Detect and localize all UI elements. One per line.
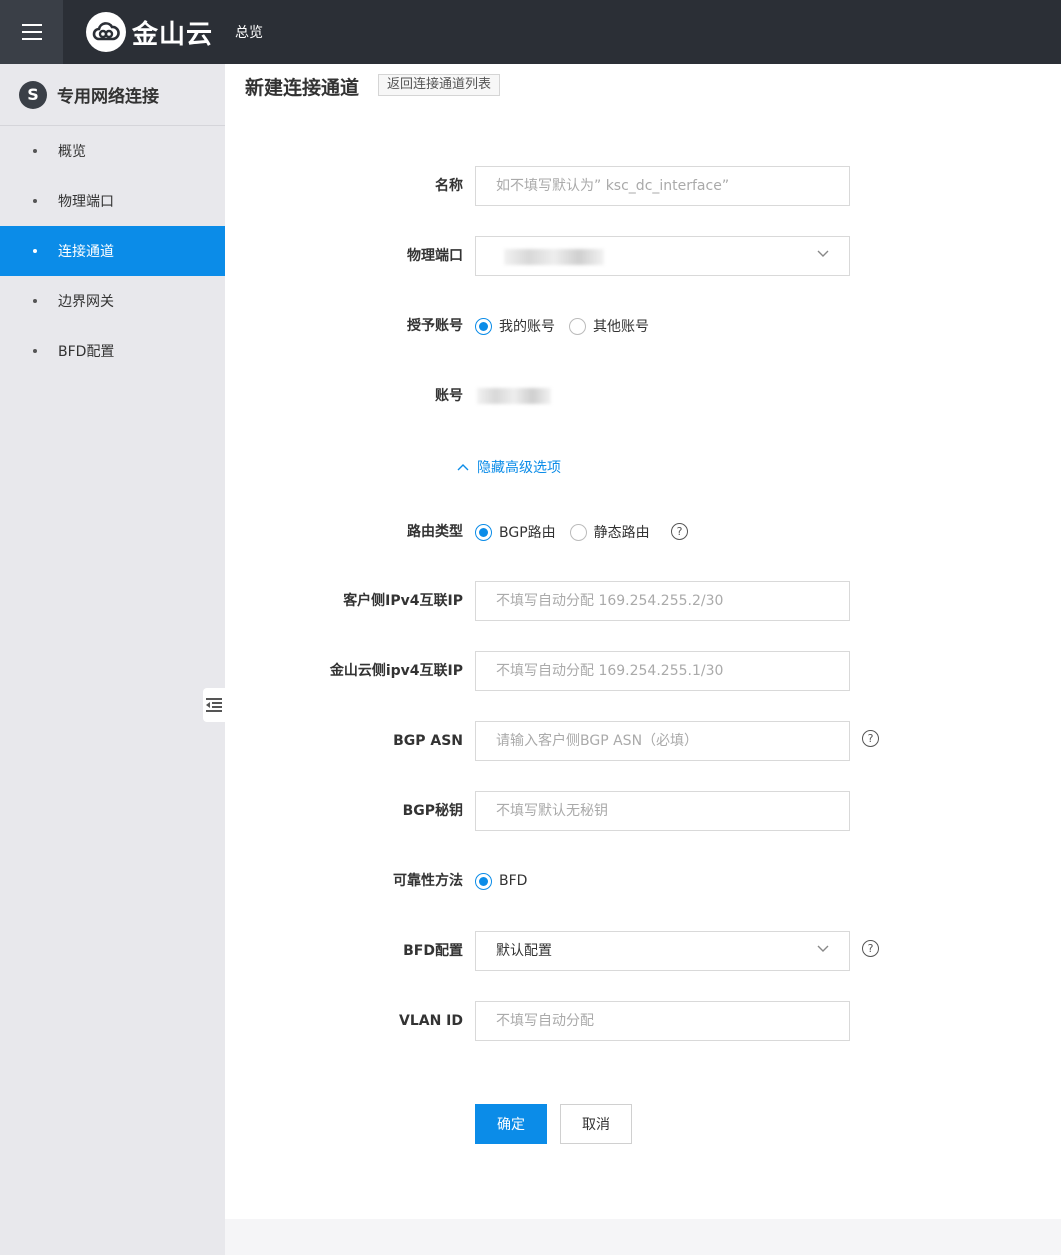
- name-input[interactable]: [475, 166, 850, 206]
- route-type-radio-group: BGP路由 静态路由: [475, 512, 664, 552]
- form-row-customer-ipv4: 客户侧IPv4互联IP: [225, 581, 1061, 621]
- hide-advanced-options-toggle[interactable]: 隐藏高级选项: [457, 457, 561, 477]
- cancel-button[interactable]: 取消: [560, 1104, 632, 1144]
- sidebar-title: 专用网络连接: [57, 87, 159, 107]
- masked-account-value: [477, 388, 551, 404]
- customer-ipv4-input[interactable]: [475, 581, 850, 621]
- page-title: 新建连接通道: [245, 77, 360, 99]
- bullet-icon: [33, 349, 37, 353]
- bgp-key-label: BGP秘钥: [402, 803, 463, 819]
- vlan-id-input[interactable]: [475, 1001, 850, 1041]
- radio-static-route[interactable]: 静态路由: [569, 522, 650, 542]
- sidebar-item-physical-port[interactable]: 物理端口: [0, 176, 225, 226]
- bullet-icon: [33, 149, 37, 153]
- bullet-icon: [33, 249, 37, 253]
- physical-port-select[interactable]: [475, 236, 850, 276]
- help-icon[interactable]: ?: [862, 730, 879, 747]
- sidebar-item-overview[interactable]: 概览: [0, 126, 225, 176]
- logo-text: 金山云: [132, 19, 214, 50]
- form-row-account: 账号: [225, 376, 1061, 416]
- top-bar: 金山云 总览: [0, 0, 1061, 64]
- sidebar-menu: 概览 物理端口 连接通道 边界网关 BFD配置: [0, 126, 225, 376]
- sidebar-item-border-gateway[interactable]: 边界网关: [0, 276, 225, 326]
- masked-value: [504, 249, 604, 265]
- sidebar-item-label: BFD配置: [58, 344, 115, 360]
- customer-ipv4-label: 客户侧IPv4互联IP: [343, 593, 463, 609]
- radio-my-account[interactable]: 我的账号: [475, 316, 555, 336]
- grant-account-label: 授予账号: [407, 318, 463, 334]
- cloud-logo-icon: [86, 12, 126, 52]
- logo[interactable]: 金山云: [86, 12, 213, 52]
- vlan-id-label: VLAN ID: [398, 1013, 463, 1029]
- form-row-route-type: 路由类型 BGP路由 静态路由 ?: [225, 512, 1061, 552]
- radio-label: 其他账号: [593, 319, 649, 335]
- ksc-ipv4-label: 金山云侧ipv4互联IP: [329, 663, 463, 679]
- sidebar-item-label: 边界网关: [58, 294, 114, 310]
- radio-unchecked-icon: [569, 523, 587, 541]
- chevron-down-icon: [817, 250, 829, 257]
- bfd-config-label: BFD配置: [403, 943, 463, 959]
- radio-other-account[interactable]: 其他账号: [569, 316, 649, 336]
- name-label: 名称: [435, 178, 463, 194]
- bfd-config-select[interactable]: 默认配置: [475, 931, 850, 971]
- sidebar-header: S 专用网络连接: [0, 64, 225, 126]
- physical-port-label: 物理端口: [407, 248, 463, 264]
- form-row-grant-account: 授予账号 我的账号 其他账号: [225, 306, 1061, 346]
- reliability-label: 可靠性方法: [393, 873, 463, 889]
- radio-unchecked-icon: [569, 317, 586, 335]
- radio-bfd[interactable]: BFD: [475, 872, 528, 890]
- bgp-key-input[interactable]: [475, 791, 850, 831]
- sidebar-item-label: 概览: [58, 144, 86, 160]
- form-row-ksc-ipv4: 金山云侧ipv4互联IP: [225, 651, 1061, 691]
- form-row-vlan-id: VLAN ID: [225, 1001, 1061, 1041]
- sidebar-item-bfd-config[interactable]: BFD配置: [0, 326, 225, 376]
- account-label: 账号: [435, 388, 463, 404]
- radio-bgp-route[interactable]: BGP路由: [475, 522, 556, 542]
- bullet-icon: [33, 299, 37, 303]
- bgp-asn-label: BGP ASN: [393, 733, 463, 749]
- hamburger-icon: [21, 24, 42, 40]
- help-icon[interactable]: ?: [671, 523, 688, 540]
- radio-checked-icon: [475, 317, 492, 335]
- sidebar: S 专用网络连接 概览 物理端口 连接通道 边界网关 BFD配置: [0, 64, 225, 1255]
- main-content: 新建连接通道 返回连接通道列表 名称 物理端口 授予账号 我的账号 其他账号 账…: [225, 64, 1061, 1255]
- bgp-asn-input[interactable]: [475, 721, 850, 761]
- bfd-config-value: 默认配置: [496, 943, 552, 959]
- route-type-label: 路由类型: [407, 524, 463, 540]
- back-to-list-button[interactable]: 返回连接通道列表: [378, 74, 501, 96]
- nav-overview-link[interactable]: 总览: [235, 22, 263, 42]
- form-row-name: 名称: [225, 166, 1061, 206]
- chevron-up-icon: [457, 464, 469, 471]
- radio-label: BGP路由: [499, 525, 556, 541]
- ksc-ipv4-input[interactable]: [475, 651, 850, 691]
- radio-checked-icon: [475, 872, 492, 890]
- menu-toggle-button[interactable]: [0, 0, 63, 64]
- page-footer: [225, 1219, 1061, 1255]
- collapse-icon: [206, 698, 222, 712]
- form-row-bgp-key: BGP秘钥: [225, 791, 1061, 831]
- radio-label: 静态路由: [593, 525, 650, 541]
- sidebar-item-label: 物理端口: [58, 194, 114, 210]
- chevron-down-icon: [817, 945, 829, 952]
- radio-label: 我的账号: [499, 319, 555, 335]
- form-row-reliability: 可靠性方法 BFD: [225, 861, 1061, 901]
- confirm-button[interactable]: 确定: [475, 1104, 547, 1144]
- help-icon[interactable]: ?: [862, 940, 879, 957]
- sidebar-collapse-button[interactable]: [203, 688, 225, 722]
- service-icon: S: [19, 80, 47, 109]
- bullet-icon: [33, 199, 37, 203]
- form-row-bfd-config: BFD配置 默认配置 ?: [225, 931, 1061, 971]
- reliability-radio-group: BFD: [475, 861, 541, 901]
- form-row-bgp-asn: BGP ASN ?: [225, 721, 1061, 761]
- sidebar-item-label: 连接通道: [58, 244, 114, 260]
- sidebar-item-connection-channel[interactable]: 连接通道: [0, 226, 225, 276]
- advanced-toggle-label: 隐藏高级选项: [477, 460, 561, 476]
- radio-checked-icon: [475, 523, 492, 541]
- grant-account-radio-group: 我的账号 其他账号: [475, 306, 663, 346]
- form-row-physical-port: 物理端口: [225, 236, 1061, 276]
- radio-label: BFD: [499, 873, 528, 889]
